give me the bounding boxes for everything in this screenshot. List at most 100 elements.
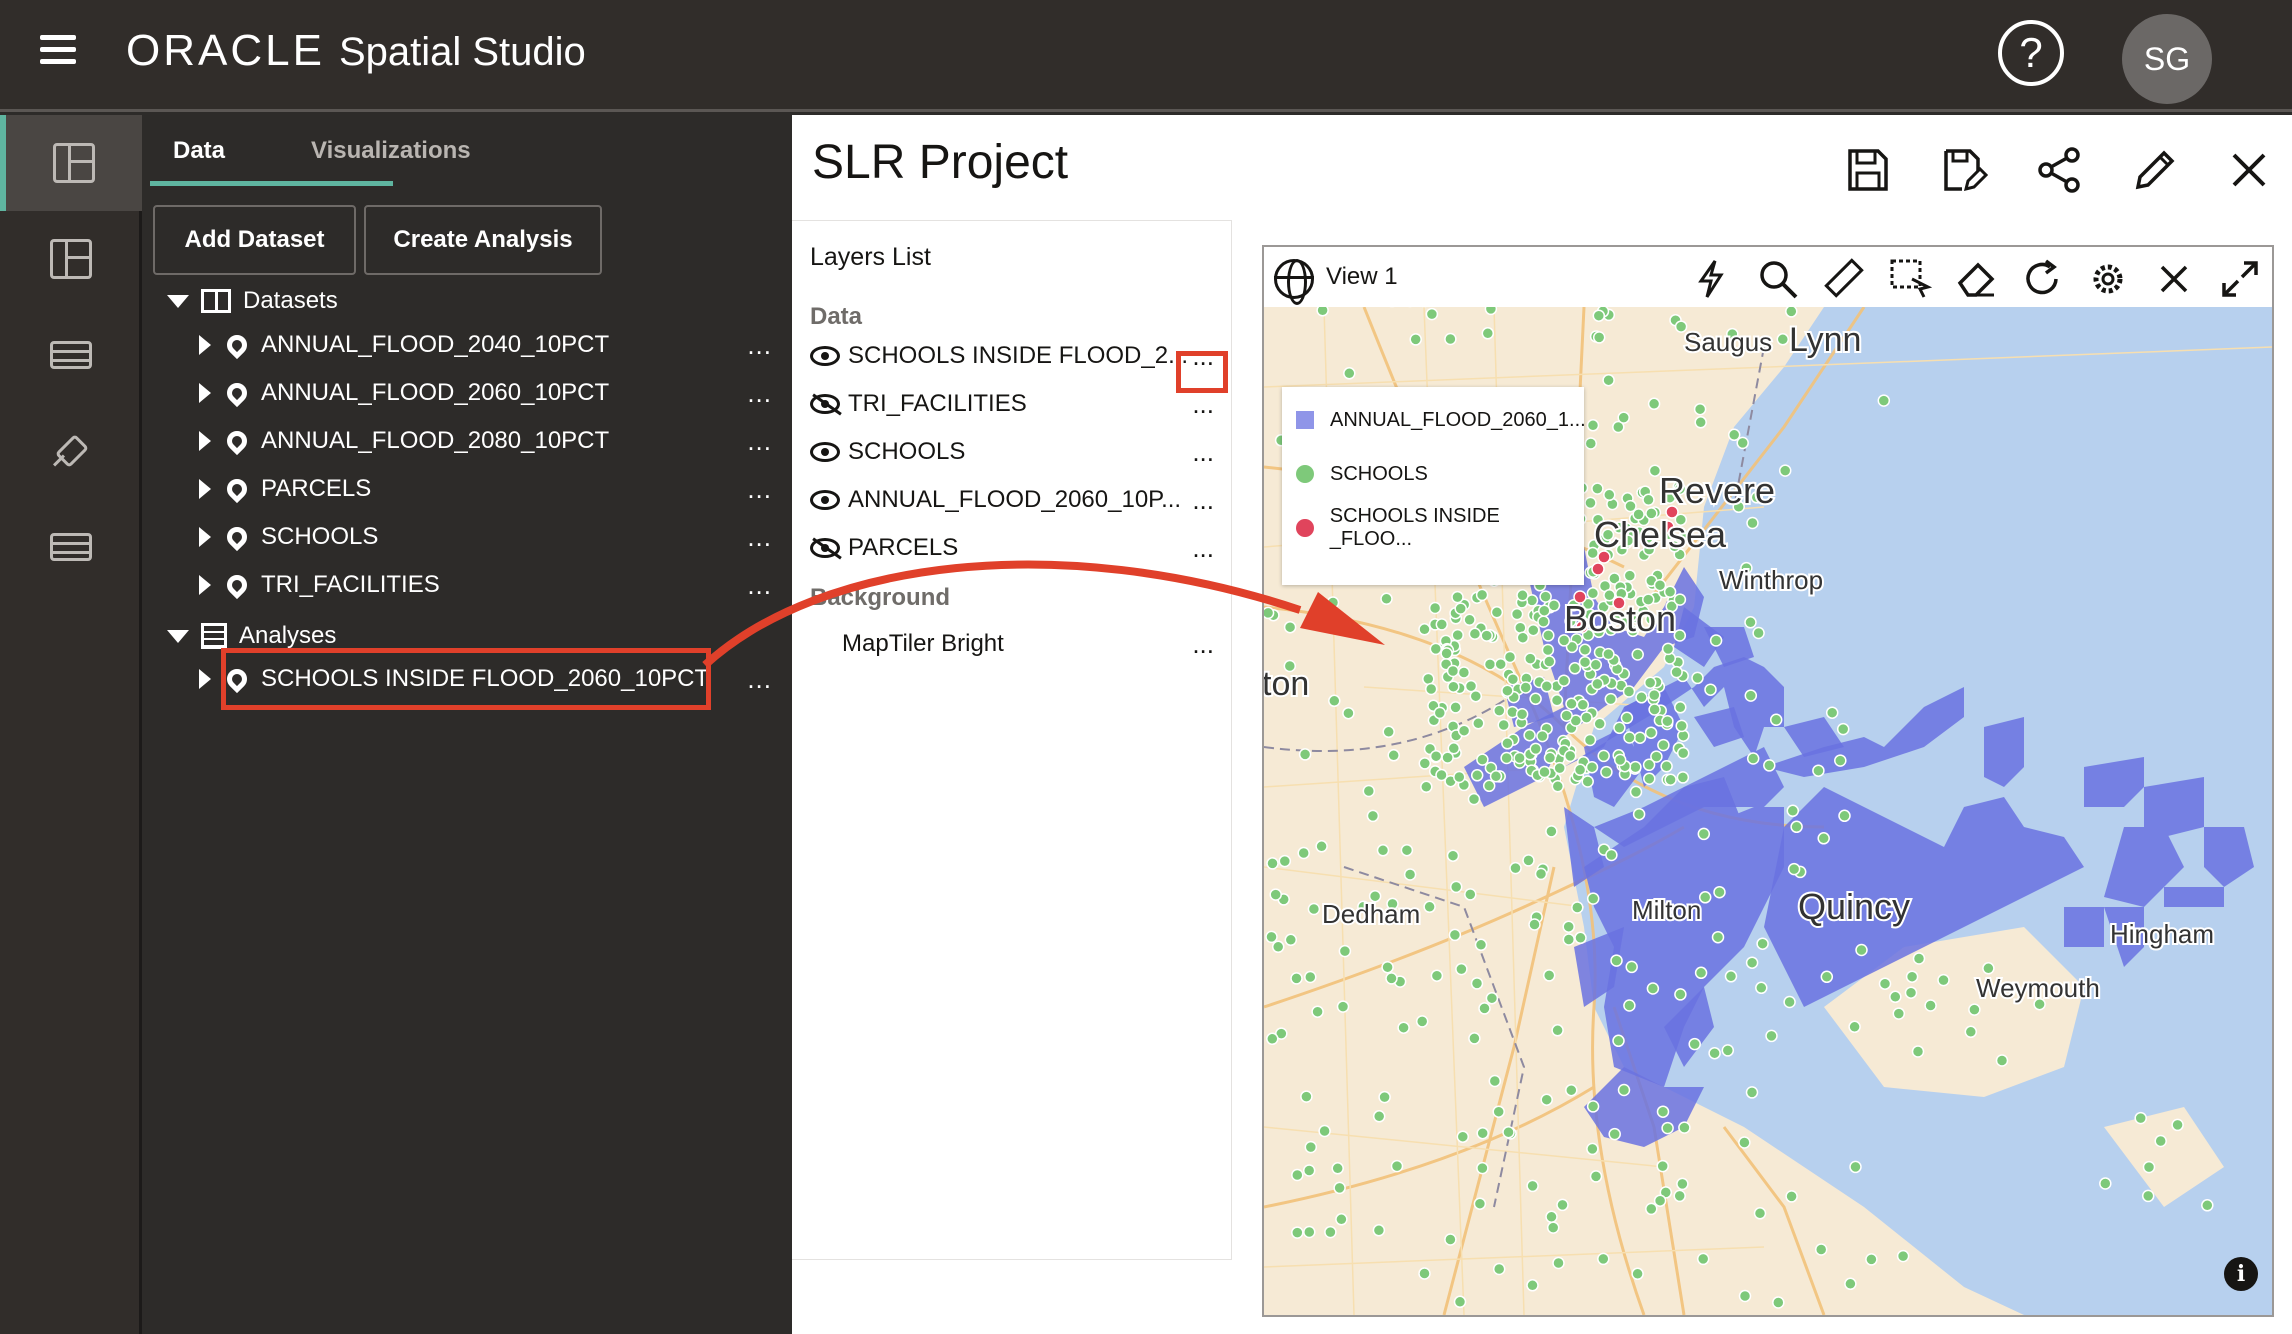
school-marker[interactable] [1613,753,1627,767]
school-marker[interactable] [1453,770,1466,784]
select-icon[interactable] [1888,257,1932,301]
school-marker[interactable] [1746,752,1760,765]
school-marker[interactable] [2171,1118,2184,1132]
school-marker[interactable] [1424,682,1438,696]
school-marker[interactable] [1300,1090,1313,1103]
school-marker[interactable] [1454,602,1467,615]
school-marker[interactable] [1670,665,1683,679]
school-marker[interactable] [1904,986,1918,999]
school-marker[interactable] [1643,676,1657,689]
school-marker[interactable] [1696,1252,1710,1266]
school-marker[interactable] [1790,820,1803,834]
school-marker[interactable] [1430,969,1444,982]
school-marker[interactable] [1744,689,1758,702]
school-marker[interactable] [1418,623,1431,636]
search-icon[interactable] [1756,257,1800,301]
school-marker[interactable] [1592,331,1606,344]
school-marker[interactable] [1889,990,1902,1004]
school-marker[interactable] [1335,1213,1348,1226]
school-marker[interactable] [1657,738,1670,752]
school-marker[interactable] [1578,655,1592,669]
school-marker[interactable] [1468,627,1482,641]
school-marker[interactable] [1589,1170,1603,1183]
school-marker[interactable] [1514,621,1527,634]
school-marker[interactable] [1278,854,1292,868]
school-marker[interactable] [1324,1225,1337,1239]
school-marker[interactable] [1497,718,1510,732]
school-marker[interactable] [1526,1279,1539,1292]
layer-item[interactable]: SCHOOLS ... [810,432,1220,472]
school-marker[interactable] [1378,1090,1391,1104]
school-marker[interactable] [1550,694,1564,707]
school-marker[interactable] [1480,629,1493,642]
school-marker[interactable] [1603,488,1616,502]
school-marker[interactable] [1912,952,1926,965]
school-inside-flood-marker[interactable] [1591,562,1605,576]
school-marker[interactable] [2099,1177,2112,1190]
school-marker[interactable] [1586,1142,1599,1156]
rail-jobs[interactable] [0,499,142,595]
create-analysis-button[interactable]: Create Analysis [364,205,602,275]
school-marker[interactable] [1892,1007,1906,1020]
school-marker[interactable] [1812,764,1825,777]
school-marker[interactable] [1397,1021,1410,1034]
school-marker[interactable] [1711,930,1725,944]
school-marker[interactable] [1865,1253,1878,1266]
school-marker[interactable] [1592,309,1606,322]
school-marker[interactable] [1563,749,1577,763]
school-marker[interactable] [1642,758,1656,772]
school-marker[interactable] [1600,765,1613,779]
school-marker[interactable] [1428,601,1442,615]
school-marker[interactable] [1381,960,1394,974]
school-marker[interactable] [1583,733,1597,747]
school-marker[interactable] [1435,768,1448,782]
school-marker[interactable] [1503,650,1517,664]
school-marker[interactable] [1589,658,1603,672]
school-marker[interactable] [1896,1249,1910,1263]
school-marker[interactable] [1284,933,1298,947]
school-marker[interactable] [1326,596,1340,609]
school-marker[interactable] [1778,464,1792,477]
school-marker[interactable] [1467,792,1481,806]
more-options-icon[interactable]: ... [1192,485,1214,516]
school-marker[interactable] [1538,765,1551,779]
background-item[interactable]: MapTiler Bright ... [842,624,1220,664]
school-marker[interactable] [1516,589,1529,602]
school-marker[interactable] [1331,1162,1344,1175]
school-marker[interactable] [1536,729,1549,743]
more-options-icon[interactable]: ... [747,378,772,409]
school-marker[interactable] [1400,843,1414,857]
layer-item[interactable]: ANNUAL_FLOOD_2060_10P... ... [810,480,1220,520]
school-marker[interactable] [1786,804,1800,818]
school-marker[interactable] [1482,779,1496,793]
info-icon[interactable]: i [2224,1257,2258,1291]
school-marker[interactable] [1470,977,1484,990]
school-marker[interactable] [1494,657,1507,671]
school-marker[interactable] [1453,1295,1467,1309]
school-marker[interactable] [1269,888,1282,901]
school-marker[interactable] [1878,977,1892,990]
school-marker[interactable] [1493,704,1506,717]
school-marker[interactable] [1478,1002,1491,1015]
school-marker[interactable] [1617,411,1630,424]
add-dataset-button[interactable]: Add Dataset [153,205,356,275]
school-marker[interactable] [1648,688,1661,702]
school-marker[interactable] [1586,419,1600,432]
school-marker[interactable] [1660,760,1673,773]
school-marker[interactable] [1608,1127,1621,1141]
school-marker[interactable] [1673,1189,1686,1203]
more-options-icon[interactable]: ... [747,570,772,601]
visible-eye-icon[interactable] [810,490,840,510]
school-marker[interactable] [1527,623,1540,637]
school-marker[interactable] [1738,1289,1752,1303]
school-marker[interactable] [1964,1025,1978,1039]
close-icon[interactable] [2152,257,2196,301]
school-marker[interactable] [1423,900,1436,914]
school-marker[interactable] [1476,1161,1489,1175]
school-marker[interactable] [1476,1126,1489,1140]
school-marker[interactable] [1545,1210,1558,1224]
school-marker[interactable] [1266,857,1279,870]
school-marker[interactable] [1446,664,1460,678]
school-marker[interactable] [1540,1093,1553,1106]
tab-visualizations[interactable]: Visualizations [311,137,471,165]
